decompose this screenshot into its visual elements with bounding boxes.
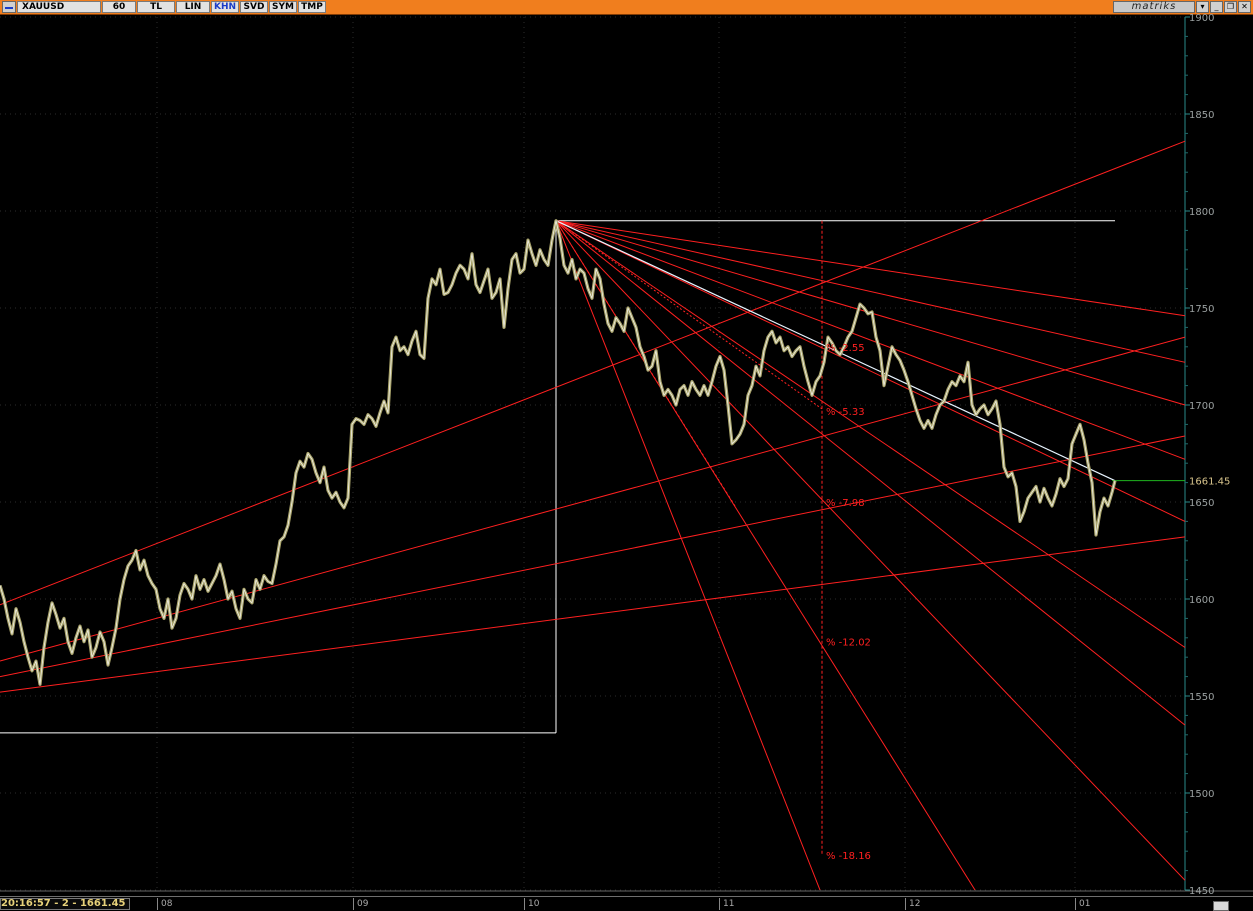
x-tick-label: 12 [905,898,920,910]
y-tick-label: 1850 [1189,110,1214,121]
time-axis-bar: 1661.45 - 2 - 20:16:57 08 09 10 11 12 01 [0,896,1253,911]
y-tick-label: 1700 [1189,401,1214,412]
fan-percent-label: % -2.55 [826,343,865,354]
price-axis: 1900 1850 1800 1750 1700 1650 1600 1550 1500 1450… [0,13,1253,896]
rising-fan-line [0,140,1186,606]
y-tick-label: 1450 [1189,886,1214,896]
x-tick-label: 09 [353,898,368,910]
fan-dotted-line [555,220,823,410]
y-tick-label: 1750 [1189,304,1214,315]
fan-percent-label: % -18.16 [826,851,871,862]
x-tick-label: 01 [1075,898,1090,910]
x-tick-label: 11 [719,898,734,910]
last-price-label: 1661.45 [1189,477,1230,488]
fan-line [555,220,1186,363]
y-tick-label: 1600 [1189,595,1214,606]
fan-percent-label: % -7.98 [826,498,865,509]
fan-percent-label: % -12.02 [826,638,871,649]
y-tick-label: 1500 [1189,789,1214,800]
y-tick-label: 1550 [1189,692,1214,703]
x-tick-label: 08 [157,898,172,910]
drawing-overlays [0,140,1186,891]
fan-labels: % -2.55 % -5.33 % -7.98 % -12.02 % -18.16 [826,343,871,862]
x-tick-label: 10 [524,898,539,910]
price-chart[interactable]: 1900 1850 1800 1750 1700 1650 1600 1550 1500 1450… [0,0,1253,896]
y-tick-label: 1650 [1189,498,1214,509]
fan-line [555,220,1186,881]
fan-line [555,220,1186,648]
y-tick-label: 1900 [1189,13,1214,24]
y-tick-label: 1800 [1189,207,1214,218]
chart-grid [0,16,1185,891]
fan-line [555,220,1186,317]
fan-percent-label: % -5.33 [826,407,865,418]
status-price-time: 1661.45 - 2 - 20:16:57 [0,898,130,910]
